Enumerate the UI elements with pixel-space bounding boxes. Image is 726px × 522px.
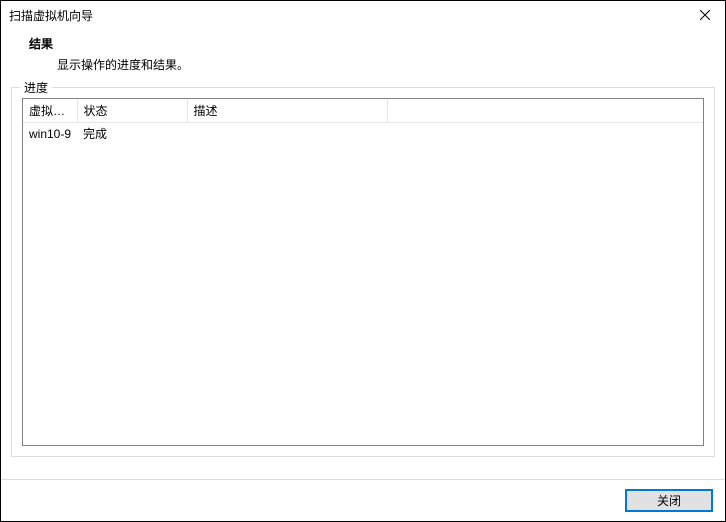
column-header-spacer — [387, 99, 703, 123]
table-row[interactable]: win10-9 完成 — [23, 123, 703, 145]
header-section: 结果 显示操作的进度和结果。 — [1, 29, 725, 87]
groupbox-label: 进度 — [20, 79, 52, 96]
cell-status: 完成 — [77, 123, 187, 145]
table-header-row: 虚拟… 状态 描述 — [23, 99, 703, 123]
cell-spacer — [387, 123, 703, 145]
close-button[interactable]: 关闭 — [625, 489, 713, 512]
column-header-status[interactable]: 状态 — [77, 99, 187, 123]
footer: 关闭 — [1, 479, 725, 521]
column-header-description[interactable]: 描述 — [187, 99, 387, 123]
table-container: 虚拟… 状态 描述 win10-9 完成 — [22, 98, 704, 446]
page-title: 结果 — [29, 35, 705, 52]
content-area: 进度 虚拟… 状态 描述 win10-9 完成 — [1, 87, 725, 457]
window-close-button[interactable] — [685, 1, 725, 29]
titlebar: 扫描虚拟机向导 — [1, 1, 725, 29]
cell-description — [187, 123, 387, 145]
window-title: 扫描虚拟机向导 — [9, 7, 93, 24]
cell-vm: win10-9 — [23, 123, 77, 145]
progress-table: 虚拟… 状态 描述 win10-9 完成 — [23, 99, 703, 144]
page-subtitle: 显示操作的进度和结果。 — [57, 56, 705, 73]
progress-groupbox: 进度 虚拟… 状态 描述 win10-9 完成 — [11, 87, 715, 457]
column-header-vm[interactable]: 虚拟… — [23, 99, 77, 123]
close-icon — [700, 10, 710, 20]
